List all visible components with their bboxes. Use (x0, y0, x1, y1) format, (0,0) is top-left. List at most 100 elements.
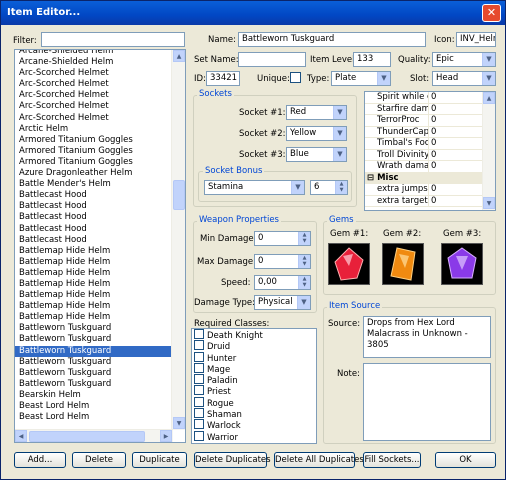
property-row[interactable]: Spirit while c0 (365, 92, 495, 104)
list-item[interactable]: Armored Titanium Goggles (15, 135, 173, 146)
list-item[interactable]: Bearskin Helm (15, 390, 173, 401)
list-item[interactable]: Battlecast Hood (15, 235, 173, 246)
collapse-icon[interactable]: ⊟ (365, 173, 377, 183)
list-item[interactable]: Battlemap Hide Helm (15, 257, 173, 268)
chevron-down-icon[interactable]: ▼ (377, 72, 390, 85)
type-select[interactable]: Plate ▼ (331, 71, 391, 86)
close-icon[interactable]: ✕ (482, 4, 501, 22)
list-item[interactable]: Armored Titanium Goggles (15, 157, 173, 168)
list-item[interactable]: Azure Dragonleather Helm (15, 168, 173, 179)
socket1-select[interactable]: Red ▼ (286, 105, 347, 120)
add-button[interactable]: Add... (14, 452, 66, 468)
spin-arrows-icon[interactable]: ▲ ▼ (298, 276, 310, 289)
list-item[interactable]: Battlecast Hood (15, 224, 173, 235)
delete-all-duplicates-button[interactable]: Delete All Duplicates (274, 452, 364, 468)
hscroll-thumb[interactable] (29, 431, 145, 442)
list-item[interactable]: Battlemap Hide Helm (15, 279, 173, 290)
class-checkbox[interactable] (194, 329, 204, 339)
chevron-down-icon[interactable]: ▼ (333, 127, 346, 140)
property-grid-vscrollbar[interactable]: ▲ ▼ (482, 92, 495, 210)
item-list-hscrollbar[interactable]: ◀ ▶ (15, 429, 173, 442)
property-row[interactable]: TerrorProc 0 (365, 115, 495, 127)
socket-bonus-select[interactable]: Stamina ▼ (204, 180, 305, 195)
class-item[interactable]: Death Knight (192, 329, 316, 341)
list-item[interactable]: Arc-Scorched Helmet (15, 79, 173, 90)
quality-select[interactable]: Epic ▼ (432, 52, 496, 67)
chevron-down-icon[interactable]: ▼ (333, 106, 346, 119)
class-item[interactable]: Paladin (192, 374, 316, 386)
property-row[interactable]: ThunderCap 0 (365, 126, 495, 138)
list-item[interactable]: Arc-Scorched Helmet (15, 113, 173, 124)
list-item[interactable]: Armored Titanium Goggles (15, 146, 173, 157)
socket2-select[interactable]: Yellow ▼ (286, 126, 347, 141)
property-row[interactable]: Timbal's Foc 0 (365, 138, 495, 150)
list-item[interactable]: Battle Mender's Helm (15, 179, 173, 190)
list-item[interactable]: Battleworn Tuskguard (15, 357, 173, 368)
property-value[interactable]: 0 (429, 196, 436, 207)
spin-arrows-icon[interactable]: ▲ ▼ (298, 232, 310, 245)
class-checkbox[interactable] (194, 351, 204, 362)
set-name-input[interactable] (238, 52, 306, 67)
property-row[interactable]: Starfire dama0 (365, 103, 495, 115)
class-checkbox[interactable] (194, 340, 204, 351)
property-value[interactable]: 0 (429, 161, 436, 172)
class-checkbox[interactable] (194, 396, 204, 407)
scroll-right-icon[interactable]: ▶ (160, 430, 172, 442)
list-item[interactable]: Arcane-Shielded Helm (15, 57, 173, 68)
id-stepper[interactable]: 33421 (206, 71, 240, 86)
list-item[interactable]: Battlemap Hide Helm (15, 246, 173, 257)
ok-button[interactable]: OK (435, 452, 496, 468)
property-value[interactable]: 0 (429, 138, 436, 149)
property-value[interactable]: 0 (429, 127, 436, 138)
speed-stepper[interactable]: 0,00 ▲ ▼ (254, 275, 311, 290)
item-list-vscrollbar[interactable]: ▲ ▼ (171, 50, 185, 430)
class-item[interactable]: Druid (192, 340, 316, 352)
class-item[interactable]: Mage (192, 362, 316, 375)
scroll-thumb[interactable] (173, 180, 185, 210)
list-item[interactable]: Arc-Scorched Helmet (15, 68, 173, 79)
spin-arrows-icon[interactable]: ▲ ▼ (335, 181, 347, 194)
class-item[interactable]: Priest (192, 385, 316, 397)
name-input[interactable]: Battleworn Tuskguard (238, 32, 426, 47)
list-item[interactable]: Battlecast Hood (15, 212, 173, 223)
chevron-down-icon[interactable]: ▼ (291, 181, 304, 194)
list-item[interactable]: Battleworn Tuskguard (15, 323, 173, 334)
list-item[interactable]: Arcane-Shielded Helm (15, 50, 173, 57)
property-value[interactable]: 0 (429, 104, 436, 115)
list-item[interactable]: Battleworn Tuskguard (15, 334, 173, 345)
class-checkbox[interactable] (194, 385, 204, 396)
property-value[interactable]: 0 (429, 115, 436, 126)
filter-input[interactable] (41, 32, 185, 47)
gem2-icon[interactable] (382, 243, 424, 285)
property-row[interactable]: Troll Divinity 0 (365, 149, 495, 161)
list-item[interactable]: Arctic Helm (15, 124, 173, 135)
item-list[interactable]: Arcane-Shielded Helm Arcane-Shielded Helm… (14, 49, 186, 443)
note-textarea[interactable] (363, 363, 491, 441)
list-item[interactable]: Battleworn Tuskguard (15, 345, 173, 357)
scroll-up-icon[interactable]: ▲ (173, 50, 185, 62)
class-checkbox[interactable] (194, 362, 204, 373)
title-bar[interactable]: Item Editor... ✕ (1, 1, 505, 25)
min-damage-stepper[interactable]: 0 ▲ ▼ (254, 231, 311, 246)
property-category-misc[interactable]: ⊟ Misc (365, 172, 495, 184)
list-item[interactable]: Battlemap Hide Helm (15, 312, 173, 323)
property-grid[interactable]: Spirit while c0Starfire dama0TerrorProc0… (364, 91, 496, 211)
list-item[interactable]: Arc-Scorched Helmet (15, 90, 173, 101)
property-value[interactable]: 0 (429, 92, 436, 103)
class-checkbox[interactable] (194, 419, 204, 430)
property-row[interactable]: extra target(0 (365, 195, 495, 207)
delete-duplicates-button[interactable]: Delete Duplicates (194, 452, 271, 468)
list-item[interactable]: Battlecast Hood (15, 190, 173, 201)
icon-input[interactable]: INV_Helmet_11 (456, 32, 496, 47)
chevron-down-icon[interactable]: ▼ (297, 296, 310, 309)
scroll-down-icon[interactable]: ▼ (173, 417, 185, 429)
item-level-input[interactable]: 133 (353, 52, 391, 67)
max-damage-stepper[interactable]: 0 ▲ ▼ (254, 254, 311, 269)
list-item[interactable]: Battleworn Tuskguard (15, 368, 173, 379)
chevron-down-icon[interactable]: ▼ (482, 53, 495, 66)
fill-sockets-button[interactable]: Fill Sockets... (363, 452, 421, 468)
property-row[interactable]: Wrath damag0 (365, 161, 495, 173)
socket3-select[interactable]: Blue ▼ (286, 147, 347, 162)
scroll-left-icon[interactable]: ◀ (15, 430, 27, 442)
slot-select[interactable]: Head ▼ (432, 71, 496, 86)
